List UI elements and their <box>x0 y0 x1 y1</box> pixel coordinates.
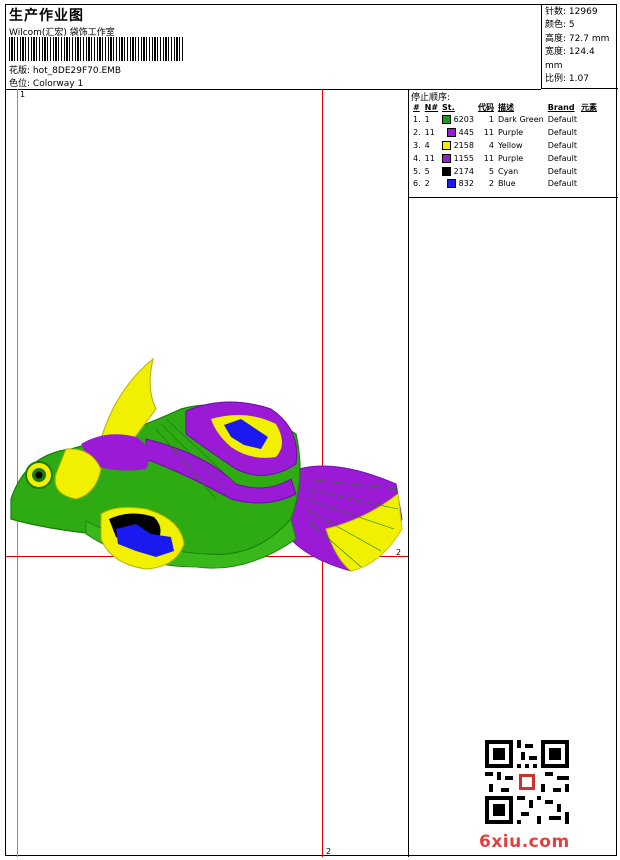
row-brand: Default <box>547 127 577 137</box>
row-index: 6. <box>413 179 421 189</box>
stat-width: 宽度: 124.4 mm <box>545 47 595 71</box>
color-swatch <box>447 179 457 189</box>
table-row: 1. 1 6203 1 Dark Green Default <box>411 113 599 126</box>
table-header-row: # N# St. 代码 描述 Brand 元素 <box>411 101 599 113</box>
row-brand: Default <box>547 153 577 163</box>
row-index: 2. <box>413 127 421 137</box>
row-needle: 11 <box>424 153 435 163</box>
row-brand: Default <box>547 166 577 176</box>
stats-box: 针数: 12969 颜色: 5 高度: 72.7 mm 宽度: 124.4 mm… <box>541 5 618 89</box>
row-description: Blue <box>497 179 516 189</box>
row-code: 5 <box>488 166 494 176</box>
table-row: 4. 11 1155 11 Purple Default <box>411 152 599 165</box>
row-element <box>579 177 599 190</box>
colorway-label: 色位: <box>9 79 31 89</box>
row-description: Dark Green <box>497 114 544 124</box>
design-row: 花版: hot_8DE29F70.EMB <box>9 63 121 76</box>
row-element <box>579 139 599 152</box>
mandarin-fish-embroidery <box>10 357 403 572</box>
header: 生产作业图 Wilcom(汇宏) 袋饰工作室 花版: hot_8DE29F70.… <box>6 5 541 90</box>
row-stitches: 1155 <box>440 152 476 165</box>
thread-panel: 停止顺序: # N# St. 代码 描述 Brand 元素 1. 1 6203 1… <box>409 89 618 857</box>
col-brand: Brand <box>547 102 575 112</box>
row-needle: 2 <box>424 179 430 189</box>
barcode <box>9 37 184 61</box>
row-brand: Default <box>547 179 577 189</box>
row-brand: Default <box>547 140 577 150</box>
design-canvas: 1 2 2 <box>6 89 409 857</box>
table-row: 6. 2 832 2 Blue Default <box>411 177 599 190</box>
stat-height: 高度: 72.7 mm <box>545 33 610 44</box>
color-swatch <box>442 114 452 124</box>
row-description: Cyan <box>497 166 519 176</box>
col-description: 描述 <box>497 102 514 112</box>
row-index: 4. <box>413 153 421 163</box>
col-index: # <box>413 102 420 112</box>
color-swatch <box>442 166 452 176</box>
table-row: 3. 4 2158 4 Yellow Default <box>411 139 599 152</box>
stat-scale: 比例: 1.07 <box>545 74 589 85</box>
table-row: 5. 5 2174 5 Cyan Default <box>411 165 599 178</box>
production-sheet: 生产作业图 Wilcom(汇宏) 袋饰工作室 花版: hot_8DE29F70.… <box>5 4 618 857</box>
row-needle: 1 <box>424 114 430 124</box>
row-index: 3. <box>413 140 421 150</box>
row-needle: 4 <box>424 140 430 150</box>
row-description: Purple <box>497 153 524 163</box>
design-label: 花版: <box>9 66 31 76</box>
color-swatch <box>442 140 452 150</box>
table-row: 2. 11 445 11 Purple Default <box>411 126 599 139</box>
row-stitches: 2158 <box>440 139 476 152</box>
panel-divider <box>409 197 618 198</box>
colorway-value: Colorway 1 <box>32 79 84 89</box>
row-code: 11 <box>483 153 494 163</box>
col-code: 代码 <box>477 102 494 112</box>
row-index: 5. <box>413 166 421 176</box>
colorway-row: 色位: Colorway 1 <box>9 76 83 89</box>
row-code: 2 <box>488 179 494 189</box>
row-code: 1 <box>488 114 494 124</box>
row-stitches: 2174 <box>440 165 476 178</box>
stat-stitches: 针数: 12969 <box>545 7 598 17</box>
row-stitches: 832 <box>440 177 476 190</box>
col-stitches: St. <box>442 102 455 112</box>
design-file: hot_8DE29F70.EMB <box>32 66 122 76</box>
row-element <box>579 126 599 139</box>
row-stitches: 6203 <box>440 113 476 126</box>
row-needle: 5 <box>424 166 430 176</box>
row-description: Yellow <box>497 140 523 150</box>
site-watermark: 6xiu.com <box>479 832 570 852</box>
row-element <box>579 165 599 178</box>
thread-sequence-table: # N# St. 代码 描述 Brand 元素 1. 1 6203 1 Dark G… <box>411 101 599 190</box>
col-needle: N# <box>424 102 439 112</box>
row-needle: 11 <box>424 127 435 137</box>
row-brand: Default <box>547 114 577 124</box>
stat-colors: 颜色: 5 <box>545 20 575 31</box>
row-code: 11 <box>483 127 494 137</box>
row-code: 4 <box>488 140 494 150</box>
row-index: 1. <box>413 114 421 124</box>
page-title: 生产作业图 <box>9 8 84 24</box>
color-swatch <box>447 127 457 137</box>
row-description: Purple <box>497 127 524 137</box>
eye-pupil <box>35 471 43 479</box>
row-element <box>579 113 599 126</box>
col-element: 元素 <box>580 102 597 112</box>
row-stitches: 445 <box>440 126 476 139</box>
row-element <box>579 152 599 165</box>
qr-code <box>485 740 569 824</box>
color-swatch <box>442 153 452 163</box>
